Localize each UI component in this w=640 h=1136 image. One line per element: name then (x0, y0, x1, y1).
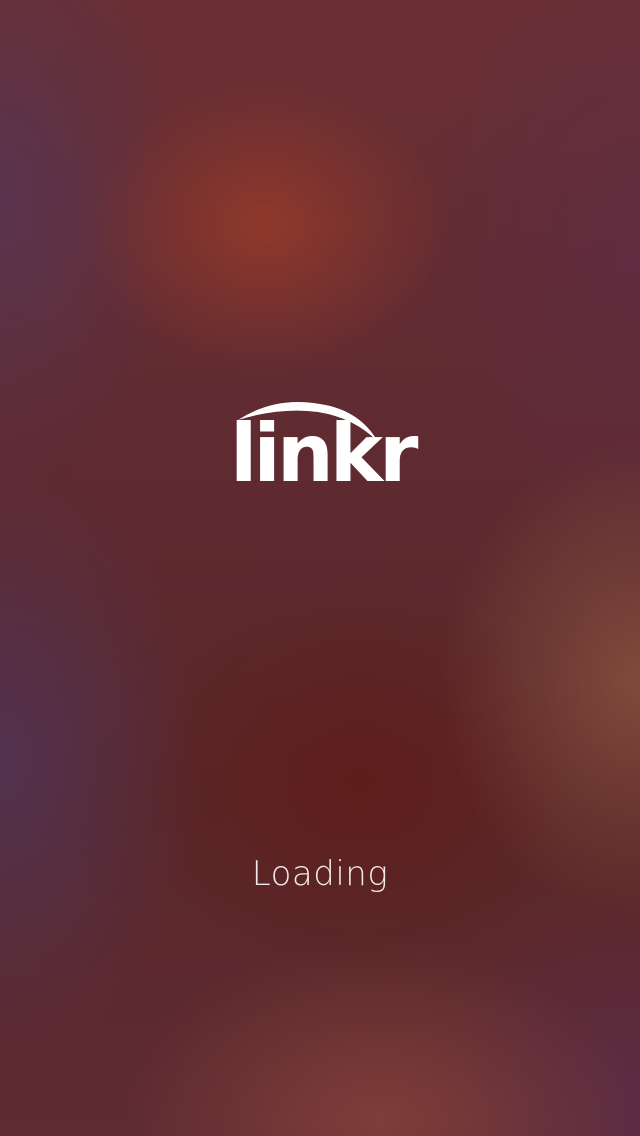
app-logo: linkr (230, 398, 418, 502)
splash-background (0, 0, 640, 1136)
loading-label: Loading (251, 854, 389, 894)
logo-wordmark: linkr (230, 407, 418, 500)
